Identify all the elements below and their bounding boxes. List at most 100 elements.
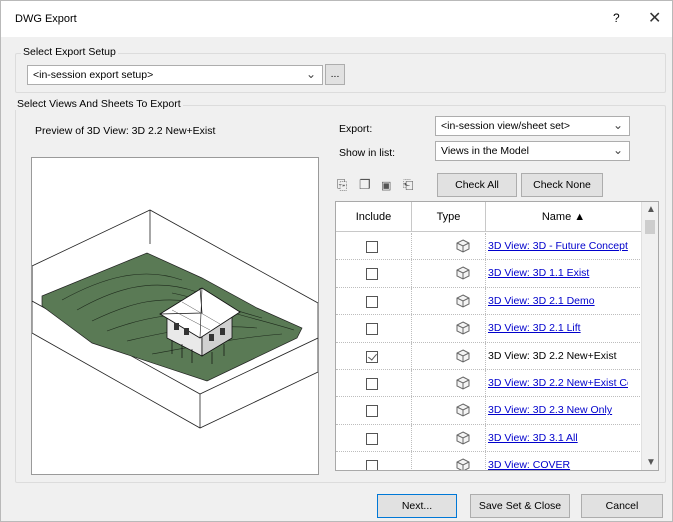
view-name-link[interactable]: 3D View: 3D 2.3 New Only [488, 404, 628, 416]
view-name-link[interactable]: 3D View: 3D 2.2 New+Exist [488, 350, 628, 362]
window-title: DWG Export [15, 13, 77, 25]
3d-view-icon [456, 458, 470, 470]
name-cell: 3D View: 3D - Future Concept [486, 233, 642, 259]
type-cell [412, 370, 486, 397]
export-setup-label: Select Export Setup [21, 46, 118, 58]
view-name-link[interactable]: 3D View: 3D 2.2 New+Exist Co... [488, 377, 628, 389]
type-cell [412, 287, 486, 315]
chevron-down-icon: ⌄ [612, 143, 623, 157]
duplicate-set-icon[interactable]: ❐ [359, 177, 371, 193]
include-checkbox[interactable] [366, 350, 378, 363]
include-cell [336, 315, 412, 342]
include-checkbox[interactable] [366, 432, 378, 445]
name-cell: 3D View: COVER [486, 452, 642, 470]
preview-pane [31, 157, 319, 475]
table-scrollbar[interactable]: ▲ ▼ [641, 202, 658, 470]
include-checkbox[interactable] [366, 295, 378, 308]
include-checkbox[interactable] [366, 323, 378, 336]
include-cell [336, 370, 412, 397]
export-setup-more-button[interactable]: ... [325, 64, 345, 85]
export-value: <in-session view/sheet set> [441, 120, 570, 132]
check-all-button[interactable]: Check All [437, 173, 517, 197]
view-name-link[interactable]: 3D View: 3D 3.1 All [488, 432, 628, 444]
table-row[interactable]: 3D View: COVER [336, 452, 642, 470]
save-set-close-button[interactable]: Save Set & Close [470, 494, 570, 518]
scroll-thumb[interactable] [645, 220, 655, 234]
name-cell: 3D View: 3D 2.1 Lift [486, 315, 642, 341]
include-cell [336, 287, 412, 315]
3d-view-icon [456, 376, 470, 390]
type-cell [412, 452, 486, 470]
table-row[interactable]: 3D View: 3D 1.1 Exist [336, 260, 642, 288]
3d-view-icon [456, 349, 470, 363]
views-table: Include Type Name ▲ 3D View: 3D - Future… [335, 201, 659, 471]
3d-view-icon [456, 431, 470, 445]
include-cell [336, 260, 412, 287]
show-in-list-value: Views in the Model [441, 145, 529, 157]
3d-view-icon [456, 321, 470, 335]
preview-caption: Preview of 3D View: 3D 2.2 New+Exist [35, 125, 216, 137]
3d-model-preview [31, 209, 319, 429]
3d-view-icon [456, 294, 470, 308]
close-button[interactable]: ✕ [648, 8, 661, 28]
view-name-link[interactable]: 3D View: 3D 2.1 Lift [488, 322, 628, 334]
type-cell [412, 342, 486, 369]
next-button[interactable]: Next... [377, 494, 457, 518]
view-name-link[interactable]: 3D View: COVER [488, 459, 628, 470]
chevron-down-icon: ⌄ [612, 118, 623, 132]
type-cell [412, 397, 486, 424]
show-in-list-label: Show in list: [339, 147, 396, 159]
table-row[interactable]: 3D View: 3D 2.2 New+Exist Co... [336, 370, 642, 398]
rename-set-icon[interactable]: ▣ [381, 179, 391, 192]
3d-view-icon [456, 239, 470, 253]
cancel-button[interactable]: Cancel [581, 494, 663, 518]
name-cell: 3D View: 3D 2.1 Demo [486, 288, 642, 314]
include-column-header[interactable]: Include [336, 202, 412, 232]
include-cell [336, 424, 412, 452]
table-row[interactable]: 3D View: 3D 2.1 Demo [336, 287, 642, 316]
include-cell [336, 342, 412, 369]
name-column-header[interactable]: Name ▲ [486, 202, 642, 232]
include-checkbox[interactable] [366, 378, 378, 390]
type-cell [412, 260, 486, 287]
table-row[interactable]: 3D View: 3D 2.1 Lift [336, 315, 642, 343]
check-none-button[interactable]: Check None [521, 173, 603, 197]
name-cell: 3D View: 3D 2.2 New+Exist Co... [486, 370, 642, 396]
type-column-header[interactable]: Type [412, 202, 486, 232]
include-cell [336, 397, 412, 424]
scroll-up-icon[interactable]: ▲ [646, 204, 656, 215]
delete-set-icon[interactable]: ⎗ [403, 177, 413, 193]
export-label: Export: [339, 123, 373, 135]
table-header: Include Type Name ▲ [336, 202, 642, 232]
help-button[interactable]: ? [613, 11, 620, 25]
name-cell: 3D View: 3D 2.3 New Only [486, 397, 642, 423]
show-in-list-combo[interactable]: Views in the Model ⌄ [435, 141, 630, 161]
scroll-down-icon[interactable]: ▼ [646, 457, 656, 468]
chevron-down-icon: ⌄ [305, 67, 316, 81]
table-row[interactable]: 3D View: 3D 3.1 All [336, 424, 642, 453]
view-name-link[interactable]: 3D View: 3D 1.1 Exist [488, 267, 628, 279]
export-combo[interactable]: <in-session view/sheet set> ⌄ [435, 116, 630, 136]
title-bar: DWG Export ? ✕ [1, 1, 672, 37]
3d-view-icon [456, 403, 470, 417]
views-group-label: Select Views And Sheets To Export [15, 98, 183, 110]
dwg-export-dialog: DWG Export ? ✕ Select Export Setup <in-s… [0, 0, 673, 522]
include-checkbox[interactable] [366, 460, 378, 470]
table-row[interactable]: 3D View: 3D - Future Concept [336, 233, 642, 261]
export-setup-combo[interactable]: <in-session export setup> ⌄ [27, 65, 323, 85]
table-row[interactable]: 3D View: 3D 2.3 New Only [336, 397, 642, 425]
view-name-link[interactable]: 3D View: 3D - Future Concept [488, 240, 628, 252]
type-cell [412, 315, 486, 342]
name-cell: 3D View: 3D 3.1 All [486, 425, 642, 451]
type-cell [412, 233, 486, 260]
include-cell [336, 452, 412, 470]
view-name-link[interactable]: 3D View: 3D 2.1 Demo [488, 295, 628, 307]
include-checkbox[interactable] [366, 241, 378, 253]
include-checkbox[interactable] [366, 405, 378, 418]
export-setup-value: <in-session export setup> [33, 69, 154, 81]
name-cell: 3D View: 3D 2.2 New+Exist [486, 343, 642, 369]
3d-view-icon [456, 266, 470, 280]
include-checkbox[interactable] [366, 268, 378, 281]
table-row[interactable]: 3D View: 3D 2.2 New+Exist [336, 342, 642, 370]
new-set-icon[interactable]: ⎘ [337, 177, 347, 193]
